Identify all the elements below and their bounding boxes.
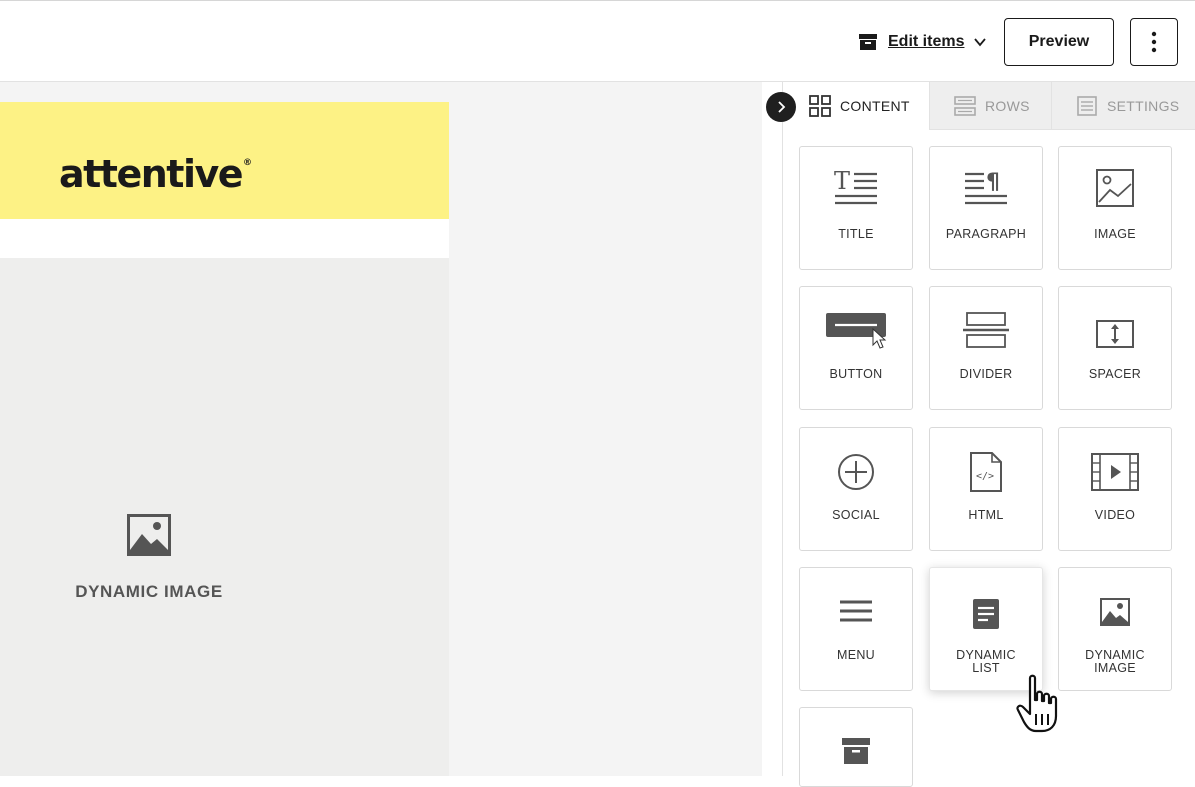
- svg-text:T: T: [834, 169, 850, 195]
- registered-mark: ®: [243, 158, 253, 168]
- svg-text:</>: </>: [976, 471, 994, 482]
- tile-label: BUTTON: [829, 367, 883, 381]
- menu-icon: [840, 600, 872, 622]
- tab-rows-label: ROWS: [985, 97, 1030, 114]
- divider-icon: [963, 312, 1009, 348]
- image-placeholder-icon: [127, 514, 171, 556]
- tile-label: DYNAMIC LIST: [930, 649, 1042, 675]
- chevron-right-icon: [778, 101, 786, 113]
- dynamic-image-label: DYNAMIC IMAGE: [75, 582, 223, 601]
- tile-menu[interactable]: MENU: [799, 567, 913, 691]
- tile-social[interactable]: SOCIAL: [799, 427, 913, 551]
- dynamic-image-block[interactable]: DYNAMIC IMAGE: [0, 258, 449, 776]
- tab-settings-label: SETTINGS: [1107, 97, 1180, 114]
- tile-label: HTML: [968, 508, 1004, 522]
- paragraph-icon: ¶: [965, 170, 1007, 205]
- tile-label: DIVIDER: [959, 367, 1013, 381]
- email-preview: attentive® DYNAMIC IMAGE: [0, 102, 449, 776]
- tile-label: MENU: [836, 648, 875, 662]
- svg-text:¶: ¶: [986, 170, 1000, 195]
- title-icon: T: [834, 169, 877, 205]
- top-toolbar: Edit items Preview: [0, 0, 1195, 82]
- tab-settings[interactable]: SETTINGS: [1051, 82, 1195, 130]
- email-canvas[interactable]: attentive® DYNAMIC IMAGE: [0, 82, 762, 776]
- tile-label: SOCIAL: [832, 508, 880, 522]
- dynamic-list-icon: [973, 599, 999, 629]
- tile-label: SPACER: [1088, 367, 1142, 381]
- box-icon: [859, 34, 877, 50]
- collapse-panel-button[interactable]: [766, 92, 796, 122]
- tab-content[interactable]: CONTENT: [783, 82, 929, 130]
- email-spacer-row: [0, 219, 449, 258]
- settings-doc-icon: [1077, 95, 1097, 116]
- chevron-down-icon: [974, 38, 987, 47]
- tile-label: PARAGRAPH: [945, 227, 1027, 241]
- tile-label: TITLE: [838, 227, 874, 241]
- image-icon: [1096, 169, 1134, 207]
- tile-label-line1: DYNAMIC: [1085, 648, 1145, 662]
- tile-title[interactable]: T TITLE: [799, 146, 913, 270]
- tile-video[interactable]: VIDEO: [1058, 427, 1172, 551]
- tile-label: IMAGE: [1094, 227, 1136, 241]
- tile-image[interactable]: IMAGE: [1058, 146, 1172, 270]
- box-icon: [842, 738, 870, 764]
- panel-tabs: CONTENT ROWS SETTINGS: [783, 82, 1195, 130]
- edit-items-dropdown[interactable]: Edit items: [858, 29, 987, 55]
- tile-label-line1: DYNAMIC: [956, 648, 1016, 662]
- tab-rows[interactable]: ROWS: [929, 82, 1051, 130]
- social-icon: [838, 454, 874, 490]
- tile-paragraph[interactable]: ¶ PARAGRAPH: [929, 146, 1043, 270]
- html-icon: </>: [970, 452, 1002, 492]
- more-options-button[interactable]: [1130, 18, 1178, 66]
- kebab-icon: [1151, 31, 1157, 53]
- edit-items-label: Edit items: [888, 33, 965, 50]
- tile-label-line2: LIST: [972, 661, 1000, 675]
- tile-spacer[interactable]: SPACER: [1058, 286, 1172, 410]
- tile-dynamic-image[interactable]: DYNAMIC IMAGE: [1058, 567, 1172, 691]
- tile-html[interactable]: </> HTML: [929, 427, 1043, 551]
- tile-box[interactable]: [799, 707, 913, 787]
- email-header-row[interactable]: attentive®: [0, 102, 449, 219]
- preview-button[interactable]: Preview: [1004, 18, 1114, 66]
- brand-logo-text: attentive: [59, 152, 244, 196]
- tile-divider[interactable]: DIVIDER: [929, 286, 1043, 410]
- grid-icon: [809, 95, 831, 117]
- tile-dynamic-list[interactable]: DYNAMIC LIST: [929, 567, 1043, 691]
- spacer-icon: [1096, 320, 1134, 348]
- video-icon: [1091, 453, 1139, 491]
- brand-logo: attentive®: [59, 152, 252, 196]
- rows-icon: [954, 95, 976, 116]
- tab-content-label: CONTENT: [840, 98, 910, 114]
- tile-label: VIDEO: [1094, 508, 1136, 522]
- tile-label: DYNAMIC IMAGE: [1059, 649, 1171, 675]
- tile-label-line2: IMAGE: [1094, 661, 1136, 675]
- dynamic-image-icon: [1100, 598, 1130, 626]
- tile-button[interactable]: BUTTON: [799, 286, 913, 410]
- button-icon: [826, 313, 887, 349]
